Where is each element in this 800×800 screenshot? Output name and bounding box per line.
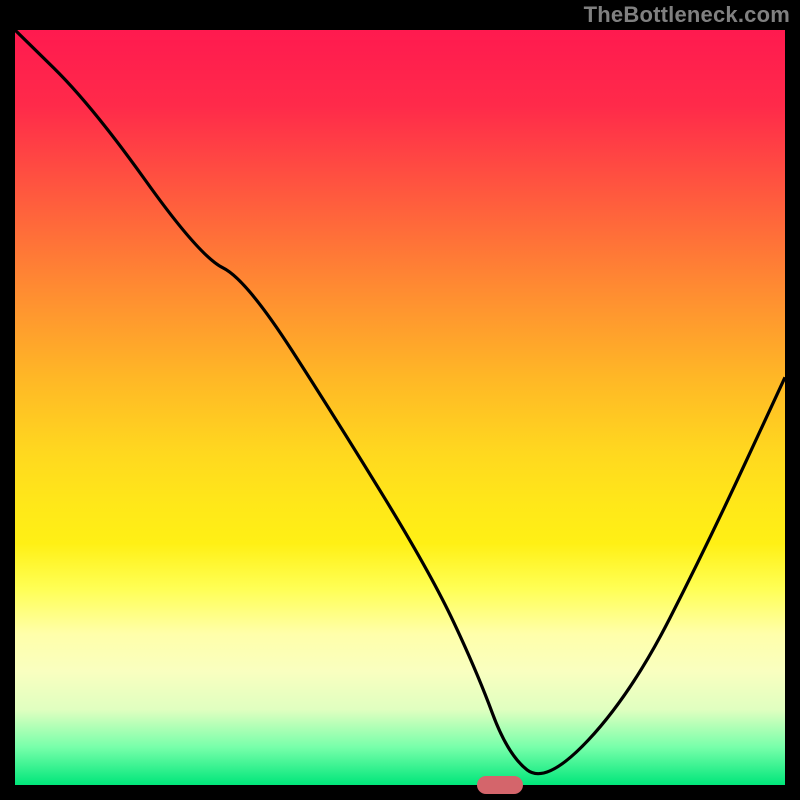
bottleneck-curve: [15, 30, 785, 785]
optimal-marker: [477, 776, 523, 794]
attribution-label: TheBottleneck.com: [584, 2, 790, 28]
curve-path: [15, 30, 785, 774]
